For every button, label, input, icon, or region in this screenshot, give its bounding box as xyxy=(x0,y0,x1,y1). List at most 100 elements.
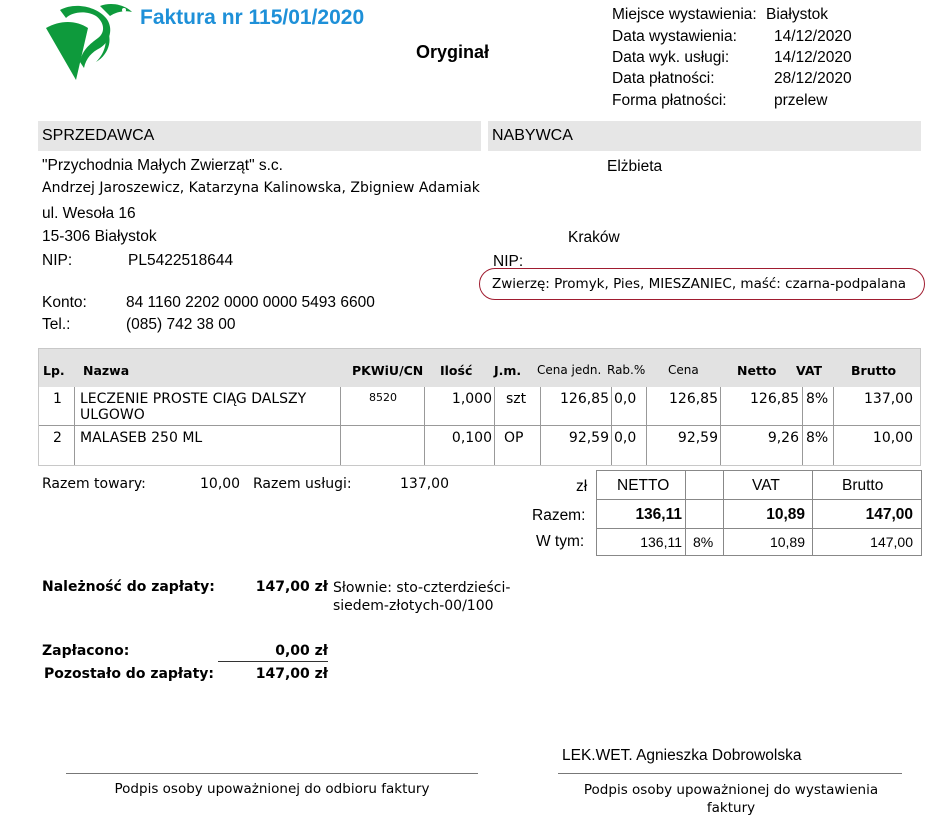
issuer-name: LEK.WET. Agnieszka Dobrowolska xyxy=(562,747,802,764)
seller-heading: SPRZEDAWCA xyxy=(38,121,481,151)
incl-vat: 10,89 xyxy=(769,534,805,550)
grid-line xyxy=(340,387,341,465)
amount-due-label: Należność do zapłaty: xyxy=(42,579,215,595)
th-discount: Rab.% xyxy=(607,363,646,377)
meta-value-service-date: 14/12/2020 xyxy=(774,49,852,66)
incl-rate: 8% xyxy=(693,534,714,550)
row-gross: 137,00 xyxy=(864,391,913,407)
col-vat-header: VAT xyxy=(752,477,780,494)
buyer-heading: NABYWCA xyxy=(488,121,921,151)
meta-label-payment-date: Data płatności: xyxy=(612,70,715,87)
th-unit-price: Cena jedn. xyxy=(537,363,602,377)
meta-label-service-date: Data wyk. usługi: xyxy=(612,49,730,66)
meta-value-payment-form: przelew xyxy=(774,92,828,109)
col-net-header: NETTO xyxy=(617,477,670,494)
incl-label: W tym: xyxy=(536,533,585,550)
seller-nip: PL5422518644 xyxy=(128,252,234,269)
row-vat: 8% xyxy=(806,430,829,446)
buyer-city: Kraków xyxy=(568,229,620,246)
row-discount: 0,0 xyxy=(614,391,637,407)
receiver-signature-caption: Podpis osoby upoważnionej do odbioru fak… xyxy=(114,781,430,797)
th-vat: VAT xyxy=(796,363,823,378)
grid-line xyxy=(74,387,75,465)
seller-phone-label: Tel.: xyxy=(42,316,71,333)
remaining-value: 147,00 zł xyxy=(255,666,328,682)
meta-label-place: Miejsce wystawienia: xyxy=(612,6,757,23)
meta-value-issue-date: 14/12/2020 xyxy=(774,28,852,45)
th-unit: J.m. xyxy=(494,363,522,378)
th-name: Nazwa xyxy=(83,363,130,378)
sum-divider xyxy=(218,661,328,662)
sum-vat: 10,89 xyxy=(766,506,805,523)
meta-label-issue-date: Data wystawienia: xyxy=(612,28,737,45)
original-label: Oryginał xyxy=(416,42,490,62)
row-unit: OP xyxy=(504,430,524,446)
snake-logo-icon xyxy=(40,2,135,84)
row-gross: 10,00 xyxy=(872,430,913,446)
row-name: MALASEB 250 ML xyxy=(80,430,203,446)
th-pkwiu: PKWiU/CN xyxy=(352,363,424,378)
incl-gross: 147,00 xyxy=(870,534,913,550)
col-gross-header: Brutto xyxy=(842,477,884,494)
th-gross: Brutto xyxy=(851,363,897,378)
sum-net: 136,11 xyxy=(635,506,682,523)
row-net: 9,26 xyxy=(767,430,799,446)
grid-line xyxy=(685,471,686,555)
goods-value: 10,00 xyxy=(200,476,241,492)
grid-line xyxy=(802,387,803,465)
th-qty: Ilość xyxy=(440,363,473,378)
currency-label: zł xyxy=(576,478,588,495)
grid-line xyxy=(494,387,495,465)
row-name: LECZENIE PROSTE CIĄG DALSZY ULGOWO xyxy=(80,391,307,423)
paid-label: Zapłacono: xyxy=(42,643,130,659)
row-unit-price: 126,85 xyxy=(560,391,609,407)
receiver-signature-line xyxy=(66,773,478,774)
goods-label: Razem towary: xyxy=(42,476,146,492)
seller-name: "Przychodnia Małych Zwierząt" s.c. xyxy=(42,157,283,174)
issuer-signature-line xyxy=(558,773,902,774)
issuer-signature-caption: Podpis osoby upoważnionej do wystawienia… xyxy=(583,782,879,816)
row-price: 92,59 xyxy=(677,430,718,446)
th-lp: Lp. xyxy=(43,363,65,378)
seller-nip-label: NIP: xyxy=(42,252,73,269)
incl-net: 136,11 xyxy=(640,534,682,550)
animal-info-box: Zwierzę: Promyk, Pies, MIESZANIEC, maść:… xyxy=(479,268,925,300)
services-value: 137,00 xyxy=(400,476,449,492)
row-unit-price: 92,59 xyxy=(568,430,609,446)
grid-line xyxy=(39,425,920,426)
invoice-title: Faktura nr 115/01/2020 xyxy=(140,6,365,29)
row-lp: 1 xyxy=(53,391,62,407)
th-price: Cena xyxy=(668,363,699,377)
row-qty: 1,000 xyxy=(451,391,492,407)
row-price: 126,85 xyxy=(669,391,718,407)
row-net: 126,85 xyxy=(750,391,799,407)
amount-due-value: 147,00 zł xyxy=(255,579,328,595)
paid-value: 0,00 zł xyxy=(275,643,328,659)
row-pkwiu: 8520 xyxy=(369,391,397,404)
row-lp: 2 xyxy=(53,430,62,446)
sum-label: Razem: xyxy=(532,507,586,524)
sum-gross: 147,00 xyxy=(865,506,913,523)
th-net: Netto xyxy=(737,363,777,378)
row-unit: szt xyxy=(506,391,527,407)
row-qty: 0,100 xyxy=(451,430,492,446)
items-table: Lp. Nazwa PKWiU/CN Ilość J.m. Cena jedn.… xyxy=(38,348,921,466)
seller-phone: (085) 742 38 00 xyxy=(126,316,236,333)
amount-in-words: Słownie: sto-czterdzieści-siedem-złotych… xyxy=(333,580,511,614)
seller-account-label: Konto: xyxy=(42,294,87,311)
grid-line xyxy=(597,499,921,500)
remaining-label: Pozostało do zapłaty: xyxy=(44,666,214,682)
seller-account: 84 1160 2202 0000 0000 5493 6600 xyxy=(126,294,375,311)
seller-street: ul. Wesoła 16 xyxy=(42,205,136,222)
row-discount: 0,0 xyxy=(614,430,637,446)
meta-label-payment-form: Forma płatności: xyxy=(612,92,727,109)
buyer-name: Elżbieta xyxy=(607,158,663,175)
grid-line xyxy=(597,528,921,529)
meta-value-place: Białystok xyxy=(766,6,829,23)
seller-city: 15-306 Białystok xyxy=(42,228,157,245)
items-table-header xyxy=(39,349,920,387)
meta-value-payment-date: 28/12/2020 xyxy=(774,70,852,87)
vat-summary-table: NETTO VAT Brutto 136,11 10,89 147,00 136… xyxy=(596,470,922,556)
seller-owners: Andrzej Jaroszewicz, Katarzyna Kalinowsk… xyxy=(42,180,480,196)
row-vat: 8% xyxy=(806,391,829,407)
